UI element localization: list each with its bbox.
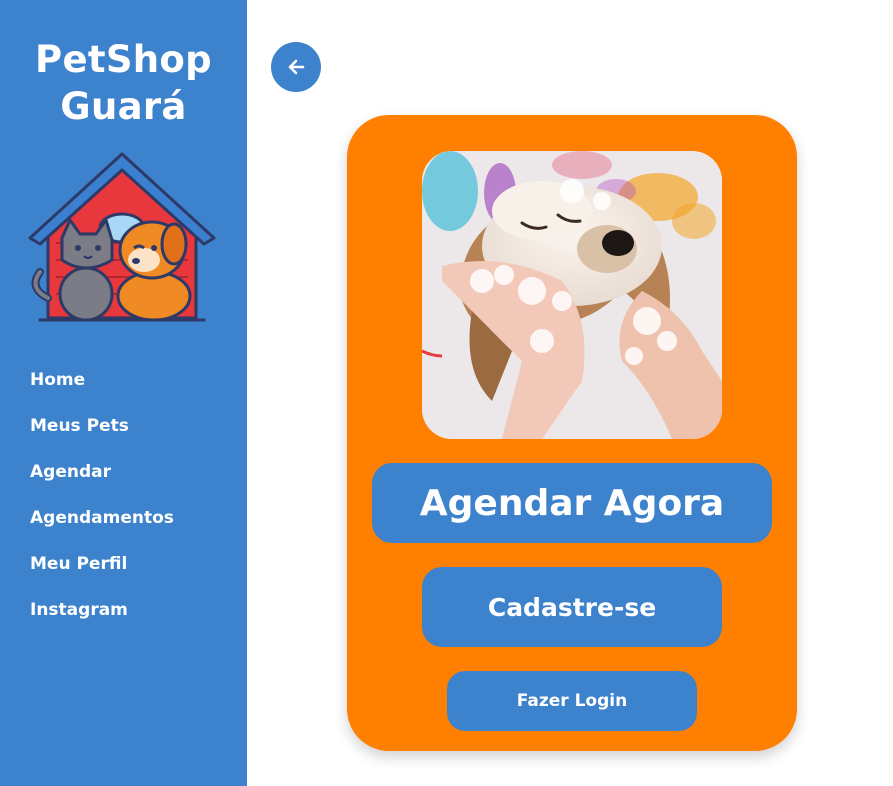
nav-item-meus-pets[interactable]: Meus Pets xyxy=(30,412,174,458)
nav-item-agendamentos[interactable]: Agendamentos xyxy=(30,504,174,550)
nav-item-instagram[interactable]: Instagram xyxy=(30,596,174,642)
brand-title: PetShop Guará xyxy=(0,36,247,130)
brand-title-line1: PetShop xyxy=(35,38,212,81)
brand-title-line2: Guará xyxy=(60,85,187,128)
agendar-agora-button[interactable]: Agendar Agora xyxy=(372,463,772,543)
fazer-login-button[interactable]: Fazer Login xyxy=(447,671,697,731)
sidebar: PetShop Guará Home Meus Pets Agendar Age… xyxy=(0,0,247,786)
arrow-left-icon xyxy=(288,59,305,75)
action-card: Agendar Agora Cadastre-se Fazer Login xyxy=(347,115,797,751)
petshop-logo-icon xyxy=(26,148,218,328)
cadastre-se-button[interactable]: Cadastre-se xyxy=(422,567,722,647)
back-button[interactable] xyxy=(271,42,321,92)
nav-item-home[interactable]: Home xyxy=(30,366,174,412)
nav-item-meu-perfil[interactable]: Meu Perfil xyxy=(30,550,174,596)
dog-bath-photo xyxy=(422,151,722,439)
sidebar-nav: Home Meus Pets Agendar Agendamentos Meu … xyxy=(30,366,174,642)
nav-item-agendar[interactable]: Agendar xyxy=(30,458,174,504)
